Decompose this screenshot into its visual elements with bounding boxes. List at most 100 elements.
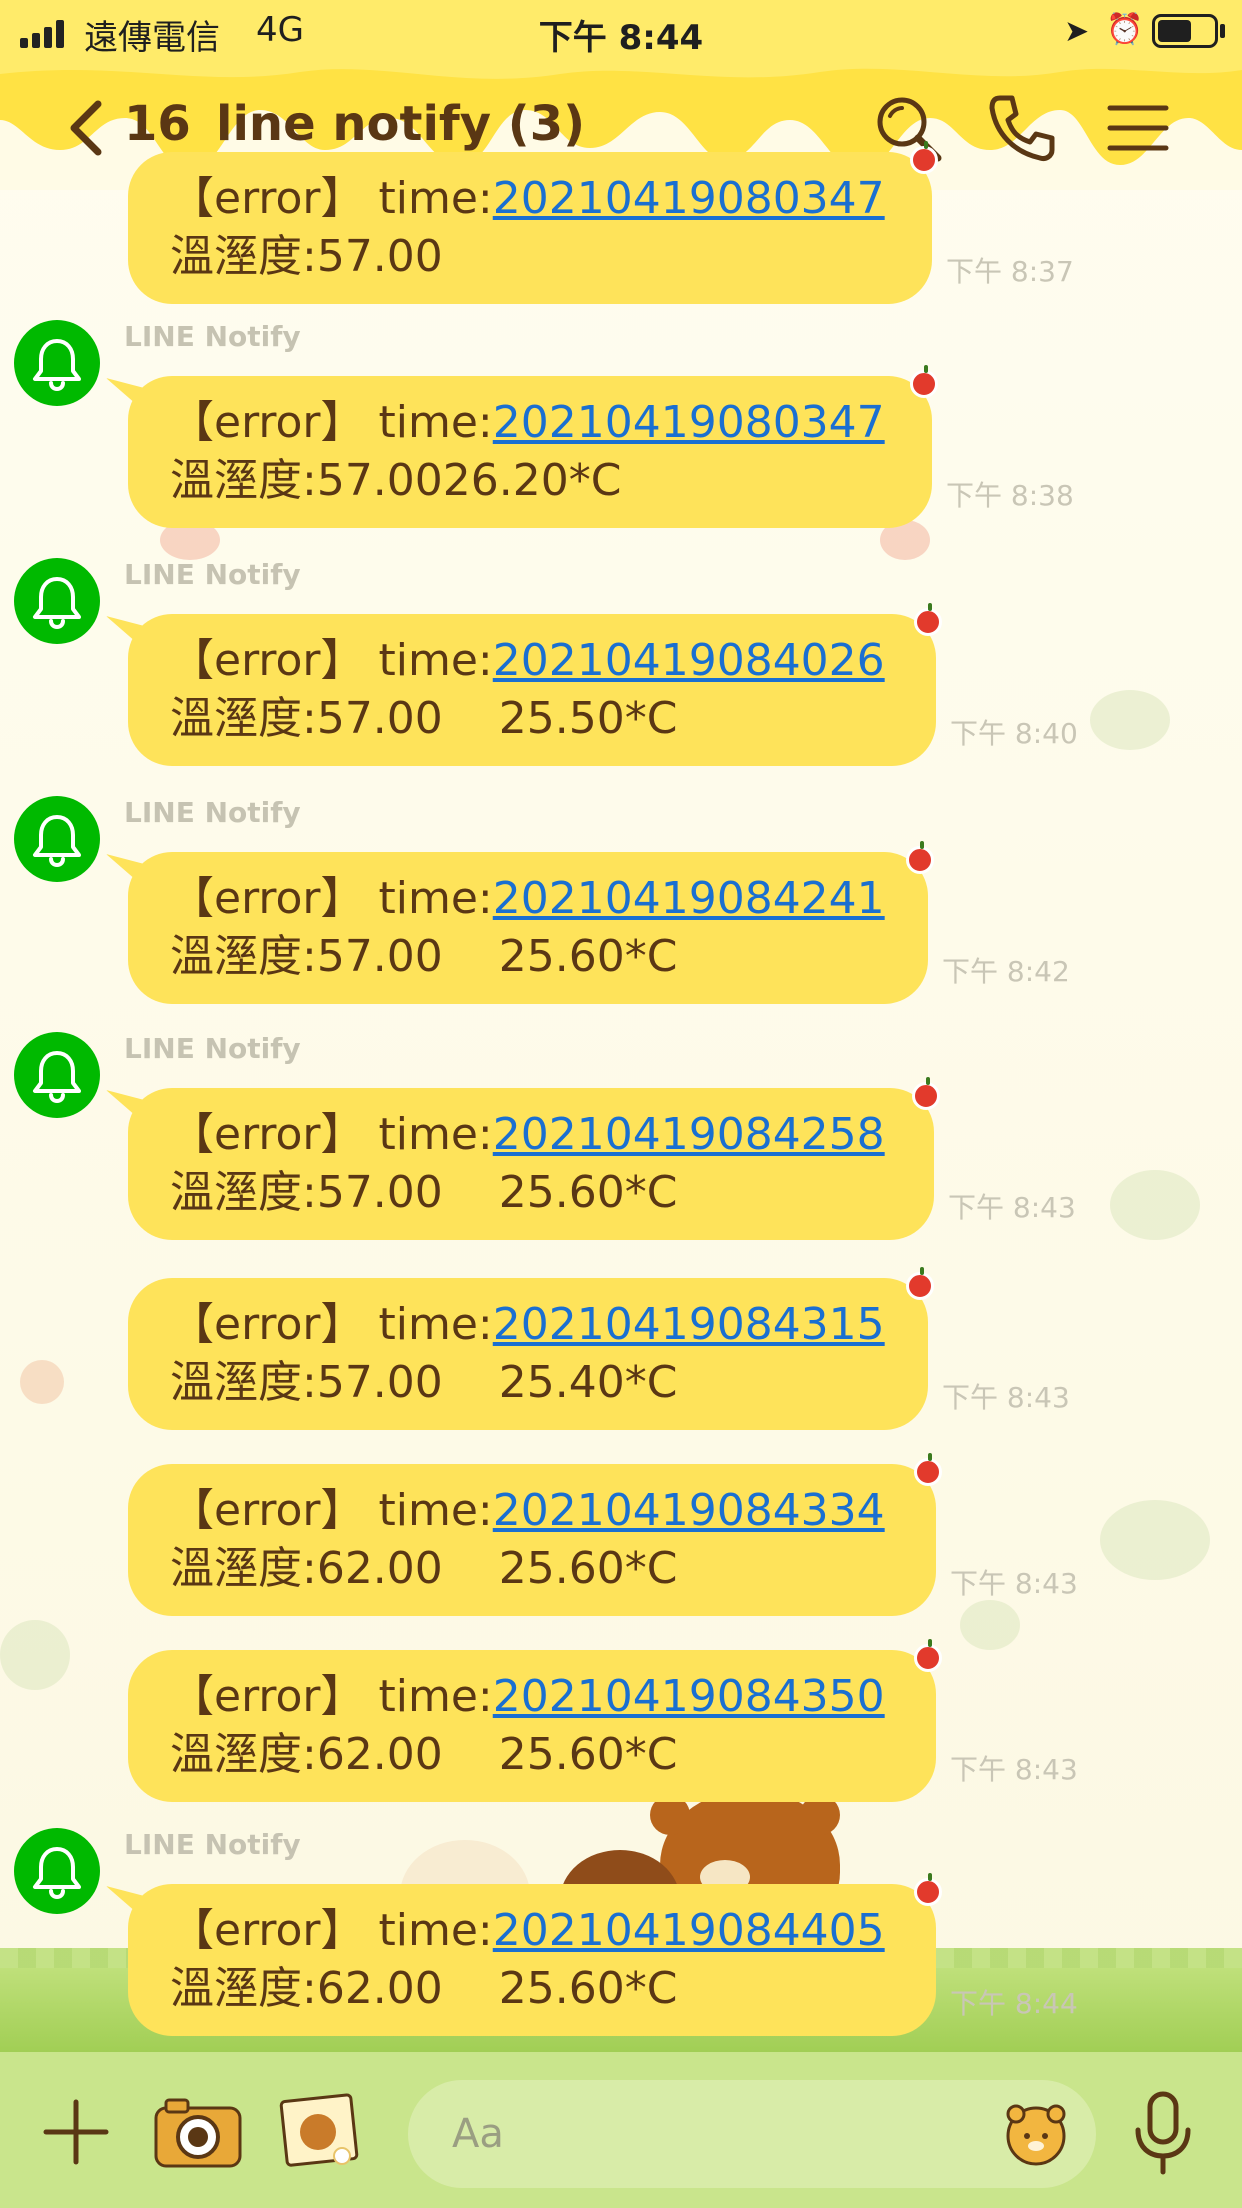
message-bubble[interactable]: 【error】 time:20210419084258 溫溼度:57.00 25.… xyxy=(128,1077,940,1240)
message-time: 下午 8:43 xyxy=(942,1381,1070,1414)
apple-badge-icon xyxy=(912,1077,940,1110)
message-bubble[interactable]: 【error】 time:20210419084350 溫溼度:62.00 25.… xyxy=(128,1639,942,1802)
message-bubble[interactable]: 【error】 time:20210419084241 溫溼度:57.00 25.… xyxy=(128,841,934,1004)
message-line-1: 【error】 time:20210419084350 xyxy=(170,1668,936,1726)
timestamp-link[interactable]: 20210419084241 xyxy=(493,873,885,924)
apple-badge-icon xyxy=(914,1639,942,1672)
line-notify-avatar[interactable] xyxy=(14,320,100,406)
message-time: 下午 8:37 xyxy=(946,255,1074,288)
sender-name: LINE Notify xyxy=(124,1032,301,1065)
message-bubble[interactable]: 【error】 time:20210419084315 溫溼度:57.00 25.… xyxy=(128,1267,934,1430)
line-notify-avatar[interactable] xyxy=(14,796,100,882)
error-time-label: 【error】 time: xyxy=(170,1109,493,1160)
wallpaper-apple-decoration xyxy=(20,1360,64,1404)
message-time: 下午 8:40 xyxy=(950,717,1078,750)
message-time: 下午 8:43 xyxy=(950,1567,1078,1600)
apple-badge-icon xyxy=(914,603,942,636)
battery-icon xyxy=(1152,14,1218,48)
humidity-temperature-reading: 溫溼度:57.0026.20*C xyxy=(170,455,622,506)
message-time: 下午 8:38 xyxy=(946,479,1074,512)
chat-title: line notify (3) xyxy=(216,96,586,152)
message-bubble[interactable]: 【error】 time:20210419080347 溫溼度:57.00 xyxy=(128,141,938,304)
timestamp-link[interactable]: 20210419084315 xyxy=(493,1299,885,1350)
timestamp-link[interactable]: 20210419084258 xyxy=(493,1109,885,1160)
message-input[interactable] xyxy=(408,2080,1096,2188)
status-time: 下午 8:44 xyxy=(538,18,704,58)
bell-icon xyxy=(33,1847,81,1899)
message-time: 下午 8:44 xyxy=(950,1987,1078,2020)
timestamp-link[interactable]: 20210419080347 xyxy=(493,173,885,224)
timestamp-link[interactable]: 20210419084334 xyxy=(493,1485,885,1536)
line-notify-avatar[interactable] xyxy=(14,1828,100,1914)
bell-icon xyxy=(33,815,81,867)
wallpaper-flower-decoration xyxy=(1100,1500,1210,1580)
error-time-label: 【error】 time: xyxy=(170,1299,493,1350)
message-line-1: 【error】 time:20210419084405 xyxy=(170,1902,936,1960)
wallpaper-flower-decoration xyxy=(1110,1170,1200,1240)
error-time-label: 【error】 time: xyxy=(170,1485,493,1536)
alarm-icon: ⏰ xyxy=(1106,12,1144,47)
message-line-1: 【error】 time:20210419084315 xyxy=(170,1296,928,1354)
message-time: 下午 8:43 xyxy=(950,1753,1078,1786)
message-line-1: 【error】 time:20210419084026 xyxy=(170,632,936,690)
message-line-1: 【error】 time:20210419080347 xyxy=(170,170,932,228)
humidity-temperature-reading: 溫溼度:57.00 xyxy=(170,231,443,282)
message-line-1: 【error】 time:20210419084258 xyxy=(170,1106,934,1164)
humidity-temperature-reading: 溫溼度:62.00 25.60*C xyxy=(170,1729,678,1780)
message-time: 下午 8:43 xyxy=(948,1191,1076,1224)
humidity-temperature-reading: 溫溼度:57.00 25.40*C xyxy=(170,1357,678,1408)
mic-icon[interactable] xyxy=(1130,2090,1196,2176)
bell-icon xyxy=(33,339,81,391)
error-time-label: 【error】 time: xyxy=(170,1671,493,1722)
error-time-label: 【error】 time: xyxy=(170,173,493,224)
apple-badge-icon xyxy=(906,1267,934,1300)
message-line-1: 【error】 time:20210419084241 xyxy=(170,870,928,928)
apple-badge-icon xyxy=(910,365,938,398)
sender-name: LINE Notify xyxy=(124,1828,301,1861)
humidity-temperature-reading: 溫溼度:57.00 25.60*C xyxy=(170,931,678,982)
message-bubble[interactable]: 【error】 time:20210419084405 溫溼度:62.00 25.… xyxy=(128,1873,942,2036)
plus-icon[interactable] xyxy=(40,2096,112,2168)
humidity-temperature-reading: 溫溼度:57.00 25.60*C xyxy=(170,1167,678,1218)
sender-name: LINE Notify xyxy=(124,558,301,591)
apple-badge-icon xyxy=(914,1453,942,1486)
status-bar: 遠傳電信 4G 下午 8:44 ➤ ⏰ xyxy=(0,0,1242,62)
bell-icon xyxy=(33,1051,81,1103)
sender-name: LINE Notify xyxy=(124,320,301,353)
apple-badge-icon xyxy=(910,141,938,174)
humidity-temperature-reading: 溫溼度:62.00 25.60*C xyxy=(170,1963,678,2014)
message-line-1: 【error】 time:20210419080347 xyxy=(170,394,932,452)
timestamp-link[interactable]: 20210419080347 xyxy=(493,397,885,448)
error-time-label: 【error】 time: xyxy=(170,635,493,686)
wallpaper-flower-decoration xyxy=(0,1620,70,1690)
apple-badge-icon xyxy=(914,1873,942,1906)
message-line-1: 【error】 time:20210419084334 xyxy=(170,1482,936,1540)
bell-icon xyxy=(33,577,81,629)
wallpaper-flower-decoration xyxy=(1090,690,1170,750)
sender-name: LINE Notify xyxy=(124,796,301,829)
wallpaper-flower-decoration xyxy=(960,1600,1020,1650)
input-bar xyxy=(0,2052,1242,2208)
message-time: 下午 8:42 xyxy=(942,955,1070,988)
error-time-label: 【error】 time: xyxy=(170,397,493,448)
menu-icon[interactable] xyxy=(1102,92,1174,164)
timestamp-link[interactable]: 20210419084405 xyxy=(493,1905,885,1956)
camera-icon[interactable] xyxy=(152,2094,244,2170)
call-icon[interactable] xyxy=(986,92,1058,164)
unread-count[interactable]: 16 xyxy=(124,96,191,152)
gallery-icon[interactable] xyxy=(278,2088,362,2172)
apple-badge-icon xyxy=(906,841,934,874)
line-notify-avatar[interactable] xyxy=(14,1032,100,1118)
error-time-label: 【error】 time: xyxy=(170,1905,493,1956)
back-chevron-icon[interactable] xyxy=(66,100,106,156)
message-bubble[interactable]: 【error】 time:20210419084026 溫溼度:57.00 25.… xyxy=(128,603,942,766)
sticker-icon[interactable] xyxy=(1000,2096,1072,2168)
line-notify-avatar[interactable] xyxy=(14,558,100,644)
message-bubble[interactable]: 【error】 time:20210419080347 溫溼度:57.0026.2… xyxy=(128,365,938,528)
timestamp-link[interactable]: 20210419084350 xyxy=(493,1671,885,1722)
timestamp-link[interactable]: 20210419084026 xyxy=(493,635,885,686)
message-bubble[interactable]: 【error】 time:20210419084334 溫溼度:62.00 25.… xyxy=(128,1453,942,1616)
humidity-temperature-reading: 溫溼度:62.00 25.60*C xyxy=(170,1543,678,1594)
error-time-label: 【error】 time: xyxy=(170,873,493,924)
location-arrow-icon: ➤ xyxy=(1064,14,1090,49)
